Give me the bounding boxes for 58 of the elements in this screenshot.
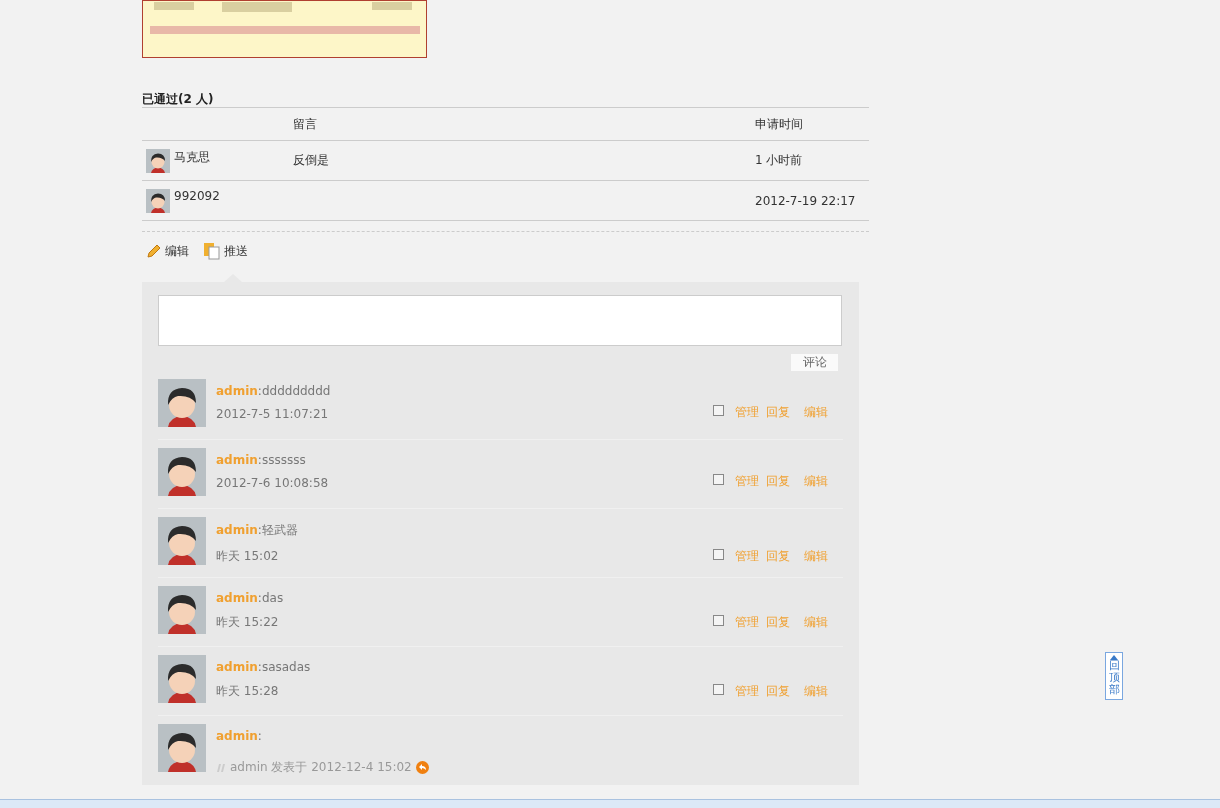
avatar [158, 724, 206, 772]
user-name[interactable]: 992092 [174, 188, 220, 203]
comment-link[interactable]: 管理 [735, 473, 759, 490]
comment-link[interactable]: 管理 [735, 548, 759, 565]
comment-text: admin:轻武器 [216, 522, 299, 539]
avatar [158, 586, 206, 634]
checkbox[interactable] [713, 549, 724, 560]
avatar [158, 448, 206, 496]
comment-link[interactable]: 管理 [735, 614, 759, 631]
pencil-icon [146, 243, 162, 259]
comment-link[interactable]: 管理 [735, 683, 759, 700]
comment-link[interactable]: 编辑 [804, 548, 828, 565]
avatar [158, 379, 206, 427]
time-cell: 1 小时前 [755, 153, 803, 167]
message-cell: 反倒是 [293, 153, 329, 167]
checkbox[interactable] [713, 474, 724, 485]
comment-link[interactable]: 编辑 [804, 683, 828, 700]
column-header: 申请时间 [755, 107, 869, 141]
comment-time: 昨天 15:28 [216, 683, 279, 700]
comment-time: 昨天 15:02 [216, 548, 279, 565]
clipboard-icon [203, 242, 221, 260]
comment-button[interactable]: 评论 [791, 354, 838, 371]
comment-link[interactable]: 编辑 [804, 404, 828, 421]
comment-link[interactable]: 回复 [766, 683, 790, 700]
checkbox[interactable] [713, 615, 724, 626]
quote-mark-icon [216, 763, 226, 772]
up-arrow-icon [1110, 655, 1118, 660]
comment-link[interactable]: 回复 [766, 473, 790, 490]
action-link[interactable]: 编辑 [165, 242, 189, 260]
comment-link[interactable]: 回复 [766, 404, 790, 421]
column-header: 留言 [293, 107, 755, 141]
comment-link[interactable]: 编辑 [804, 473, 828, 490]
comment-link[interactable]: 管理 [735, 404, 759, 421]
comment-text: admin:ddddddddd [216, 384, 332, 398]
avatar [158, 517, 206, 565]
checkbox[interactable] [713, 684, 724, 695]
user-name[interactable]: 马克思 [174, 148, 210, 166]
avatar [146, 188, 170, 213]
action-link[interactable]: 推送 [224, 242, 248, 260]
quote-header: admin 发表于 2012-12-4 15:02 [230, 759, 412, 776]
comment-link[interactable]: 回复 [766, 548, 790, 565]
section-title: 已通过(2 人) [142, 91, 215, 107]
comment-text: admin:das [216, 591, 285, 605]
avatar [158, 655, 206, 703]
back-to-top-button[interactable]: 回顶部 [1105, 652, 1123, 700]
checkbox[interactable] [713, 405, 724, 416]
comment-text: admin: [216, 729, 263, 743]
reply-icon[interactable] [415, 761, 429, 774]
comment-link[interactable]: 回复 [766, 614, 790, 631]
comment-time: 2012-7-5 11:07:21 [216, 407, 329, 421]
comment-field[interactable] [158, 295, 842, 346]
comment-text: admin:sasadas [216, 660, 312, 674]
comment-time: 昨天 15:22 [216, 614, 279, 631]
time-cell: 2012-7-19 22:17 [755, 193, 856, 208]
comment-text: admin:sssssss [216, 453, 307, 467]
comment-time: 2012-7-6 10:08:58 [216, 476, 329, 490]
comment-link[interactable]: 编辑 [804, 614, 828, 631]
avatar [146, 148, 170, 173]
